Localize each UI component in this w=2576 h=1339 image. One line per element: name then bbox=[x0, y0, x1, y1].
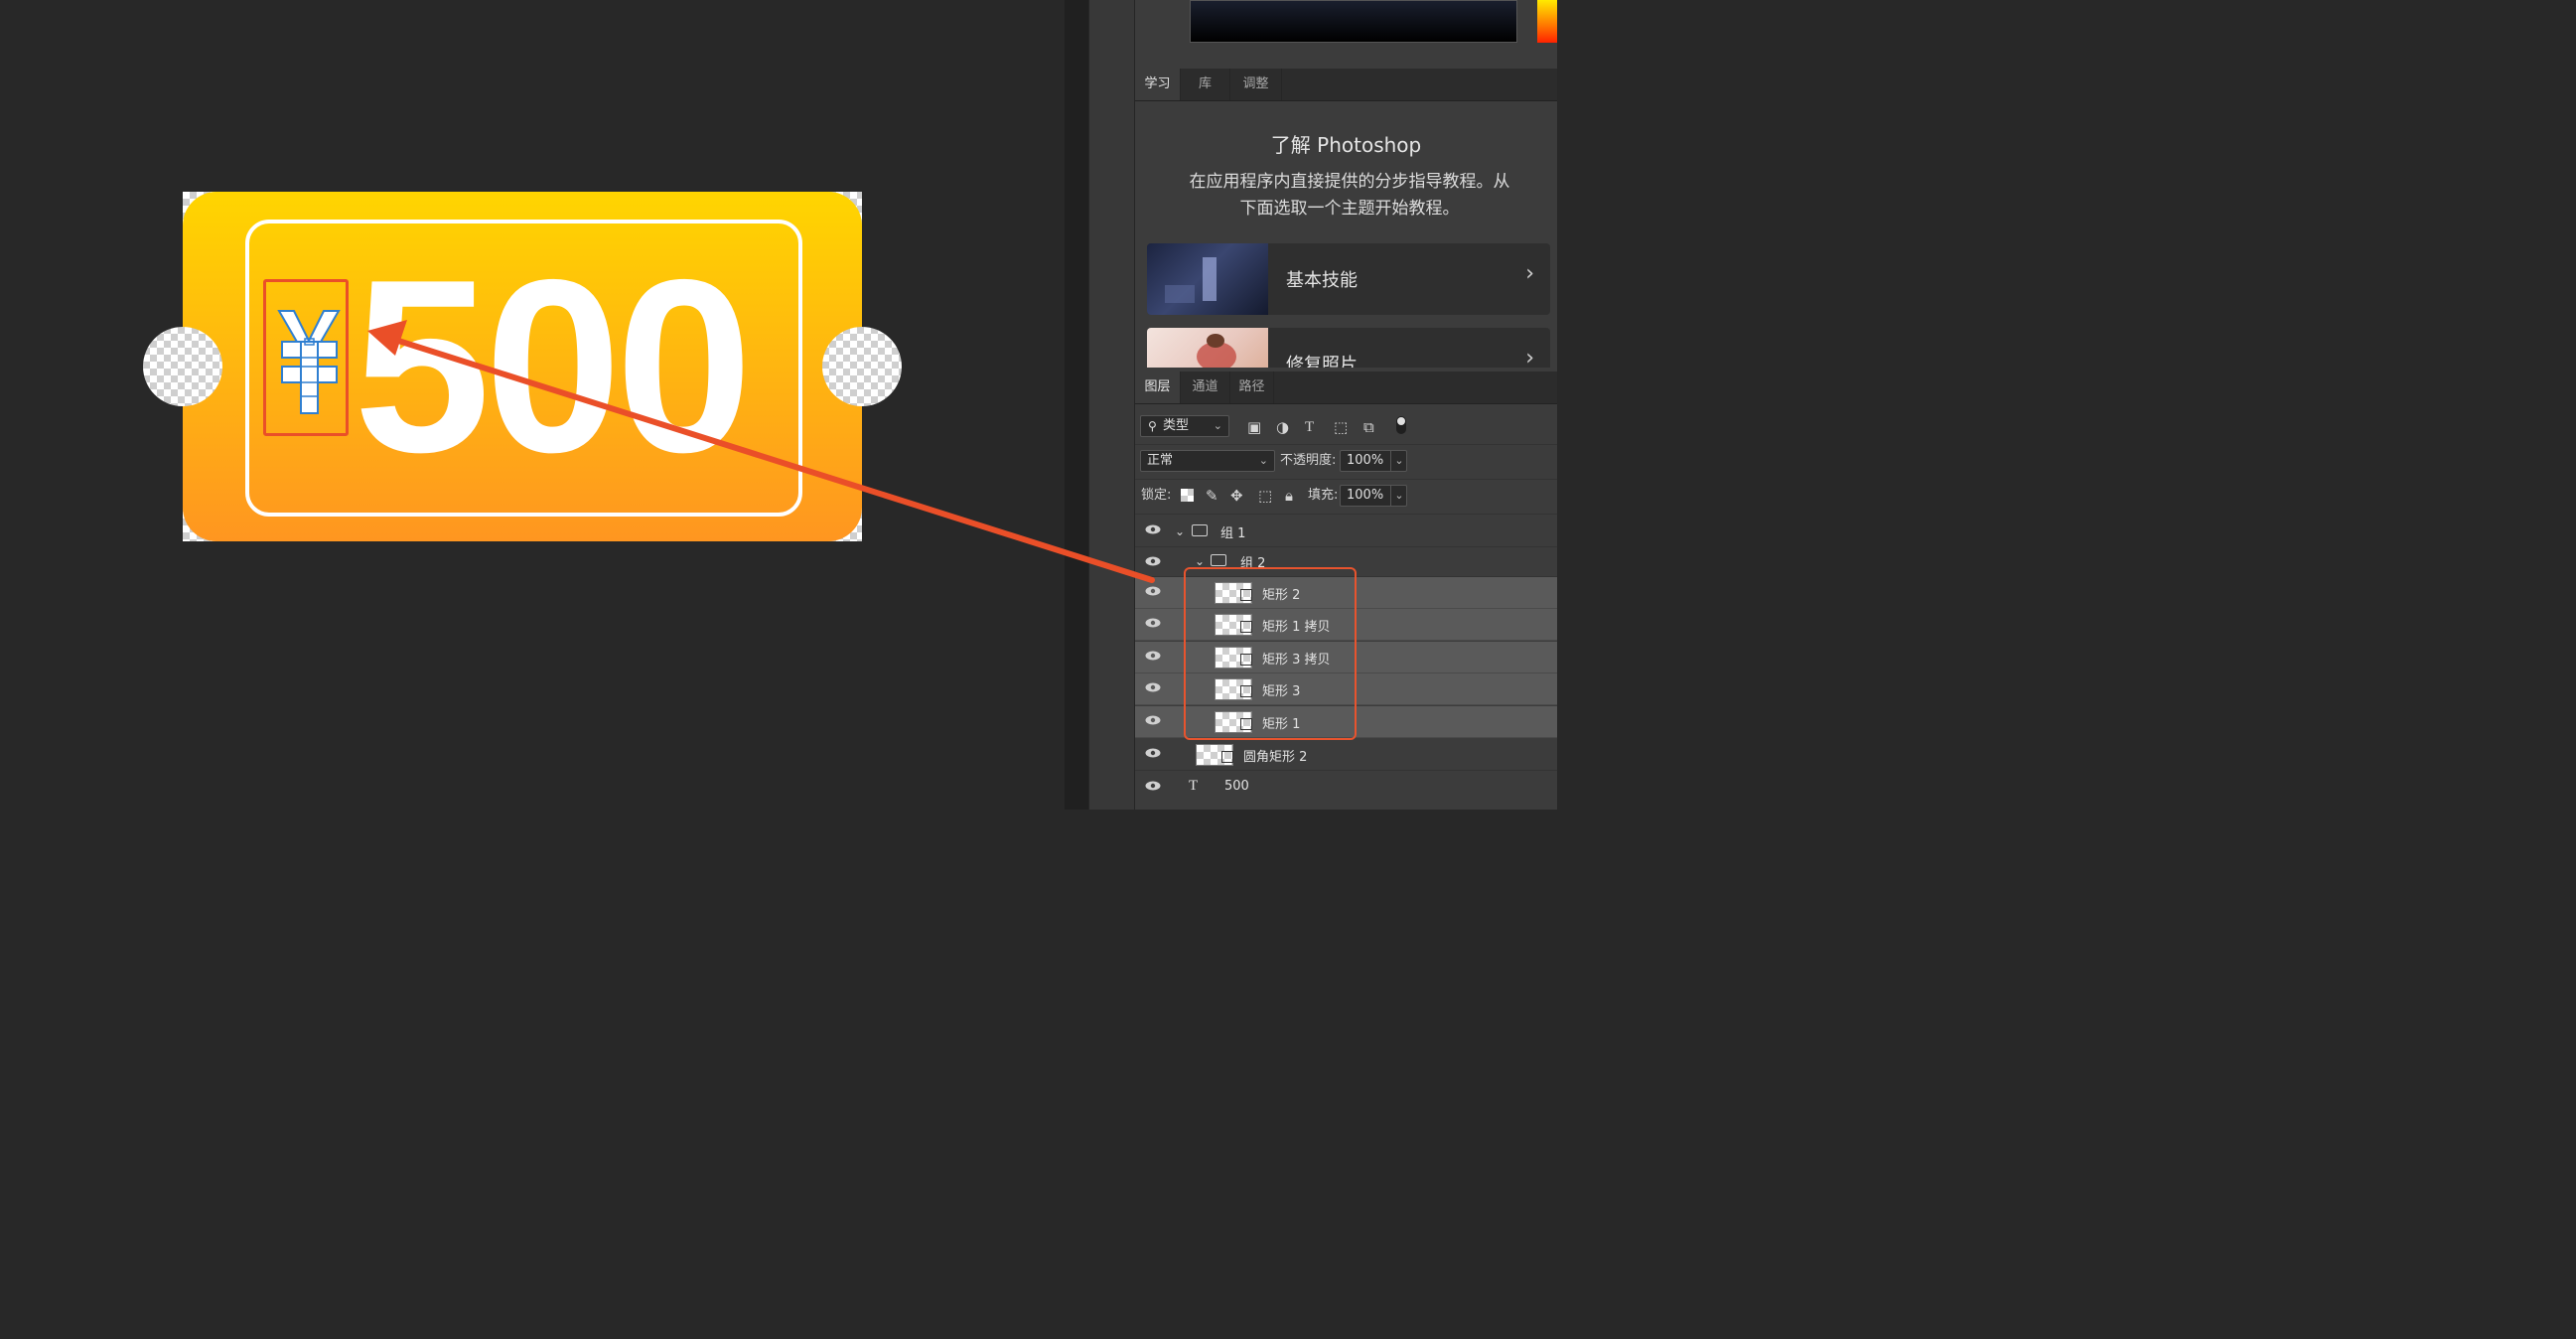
image-filter-icon[interactable]: ▣ bbox=[1247, 418, 1261, 436]
learn-description-line-1: 在应用程序内直接提供的分步指导教程。从 bbox=[1189, 172, 1510, 192]
yen-selection-highlight bbox=[263, 279, 349, 436]
lesson-list-viewport: 修复照片 › bbox=[1135, 328, 1557, 368]
lesson-label: 基本技能 bbox=[1286, 270, 1358, 291]
ticket-notch-left bbox=[143, 327, 222, 406]
eye-icon[interactable] bbox=[1145, 556, 1161, 566]
tab-learn[interactable]: 学习 bbox=[1135, 69, 1181, 100]
panel-gutter bbox=[1065, 0, 1088, 810]
tab-library[interactable]: 库 bbox=[1181, 69, 1230, 100]
lock-artboard-icon[interactable]: ⬚ bbox=[1258, 487, 1272, 505]
fill-value: 100% bbox=[1347, 488, 1384, 503]
filter-type-label: 类型 bbox=[1163, 418, 1190, 433]
shape-filter-icon[interactable]: ⬚ bbox=[1334, 418, 1348, 436]
vector-mask-icon bbox=[1221, 751, 1233, 763]
tab-adjustments[interactable]: 调整 bbox=[1230, 69, 1282, 100]
eye-icon[interactable] bbox=[1145, 748, 1161, 758]
fill-label: 填充: bbox=[1308, 488, 1339, 503]
blend-mode-select[interactable]: 正常 ⌄ bbox=[1140, 450, 1275, 472]
tab-paths[interactable]: 路径 bbox=[1230, 372, 1274, 403]
lock-transparency-icon[interactable] bbox=[1181, 489, 1194, 502]
folder-icon bbox=[1192, 524, 1208, 536]
layer-selection-highlight bbox=[1184, 567, 1357, 740]
layer-row-group-1[interactable]: ⌄ 组 1 bbox=[1135, 516, 1557, 547]
tab-layers[interactable]: 图层 bbox=[1135, 372, 1181, 403]
chevron-down-icon: ⌄ bbox=[1213, 419, 1222, 432]
learn-tabbar: 学习 库 调整 bbox=[1135, 69, 1557, 101]
layer-row-rounded-rect-2[interactable]: 圆角矩形 2 bbox=[1135, 739, 1557, 771]
eye-icon[interactable] bbox=[1145, 586, 1161, 596]
lock-all-icon[interactable]: 🔒︎ bbox=[1285, 487, 1293, 505]
blend-opacity-row: 正常 ⌄ 不透明度: 100% ⌄ bbox=[1135, 444, 1557, 480]
eye-icon[interactable] bbox=[1145, 618, 1161, 628]
filter-toggle-knob bbox=[1397, 417, 1405, 425]
lesson-card-basic-skills[interactable]: 基本技能 › bbox=[1147, 243, 1550, 315]
layer-name: 500 bbox=[1224, 779, 1249, 794]
layer-name: 圆角矩形 2 bbox=[1243, 750, 1308, 765]
layers-tabbar: 图层 通道 路径 bbox=[1135, 372, 1557, 404]
adjustment-filter-icon[interactable]: ◑ bbox=[1276, 418, 1289, 436]
lock-position-move-icon[interactable]: ✥ bbox=[1230, 487, 1243, 505]
blend-mode-value: 正常 bbox=[1147, 453, 1174, 468]
layer-name: 组 1 bbox=[1220, 526, 1246, 541]
lesson-label: 修复照片 bbox=[1286, 355, 1358, 368]
learn-title: 了解 Photoshop bbox=[1270, 133, 1422, 157]
eye-icon[interactable] bbox=[1145, 524, 1161, 534]
opacity-field[interactable]: 100% ⌄ bbox=[1340, 450, 1407, 472]
tab-channels[interactable]: 通道 bbox=[1181, 372, 1230, 403]
opacity-value: 100% bbox=[1347, 453, 1384, 468]
canvas-area[interactable]: 500 bbox=[0, 0, 1065, 810]
learn-description: 在应用程序内直接提供的分步指导教程。从 下面选取一个主题开始教程。 bbox=[1157, 169, 1542, 223]
search-icon: ⚲ bbox=[1148, 419, 1157, 433]
smart-object-filter-icon[interactable]: ⧉ bbox=[1363, 418, 1374, 436]
amount-text: 500 bbox=[354, 227, 753, 504]
lesson-card-repair-photo[interactable]: 修复照片 › bbox=[1147, 328, 1550, 368]
eye-icon[interactable] bbox=[1145, 781, 1161, 791]
eye-icon[interactable] bbox=[1145, 682, 1161, 692]
text-filter-icon[interactable]: T bbox=[1305, 418, 1314, 436]
chevron-right-icon: › bbox=[1525, 261, 1534, 286]
filter-type-select[interactable]: ⚲ 类型 ⌄ bbox=[1140, 415, 1229, 437]
chevron-down-icon[interactable]: ⌄ bbox=[1390, 451, 1407, 471]
folder-icon bbox=[1211, 554, 1226, 566]
chevron-down-icon[interactable]: ⌄ bbox=[1175, 522, 1185, 540]
color-picker-field[interactable] bbox=[1190, 0, 1517, 43]
lock-paint-brush-icon[interactable]: ✎ bbox=[1206, 487, 1218, 505]
lesson-thumbnail bbox=[1147, 243, 1268, 315]
layer-row-text-500[interactable]: T 500 bbox=[1135, 772, 1557, 804]
lock-label: 锁定: bbox=[1141, 488, 1172, 503]
filter-toggle[interactable] bbox=[1396, 416, 1406, 434]
ticket-notch-right bbox=[822, 327, 902, 406]
lock-fill-row: 锁定: ✎ ✥ ⬚ 🔒︎ 填充: 100% ⌄ bbox=[1135, 479, 1557, 515]
collapsed-panel-strip[interactable] bbox=[1088, 0, 1135, 810]
eye-icon[interactable] bbox=[1145, 651, 1161, 661]
chevron-right-icon: › bbox=[1525, 346, 1534, 368]
hue-slider[interactable] bbox=[1537, 0, 1557, 43]
chevron-down-icon: ⌄ bbox=[1258, 454, 1268, 467]
fill-field[interactable]: 100% ⌄ bbox=[1340, 485, 1407, 507]
lesson-thumbnail bbox=[1147, 328, 1268, 368]
document-canvas[interactable]: 500 bbox=[143, 192, 902, 541]
opacity-label: 不透明度: bbox=[1280, 453, 1337, 468]
chevron-down-icon[interactable]: ⌄ bbox=[1390, 486, 1407, 506]
learn-description-line-2: 下面选取一个主题开始教程。 bbox=[1239, 199, 1460, 219]
eye-icon[interactable] bbox=[1145, 715, 1161, 725]
layer-filter-row: ⚲ 类型 ⌄ ▣ ◑ T ⬚ ⧉ bbox=[1135, 409, 1557, 445]
text-layer-icon: T bbox=[1189, 778, 1199, 794]
